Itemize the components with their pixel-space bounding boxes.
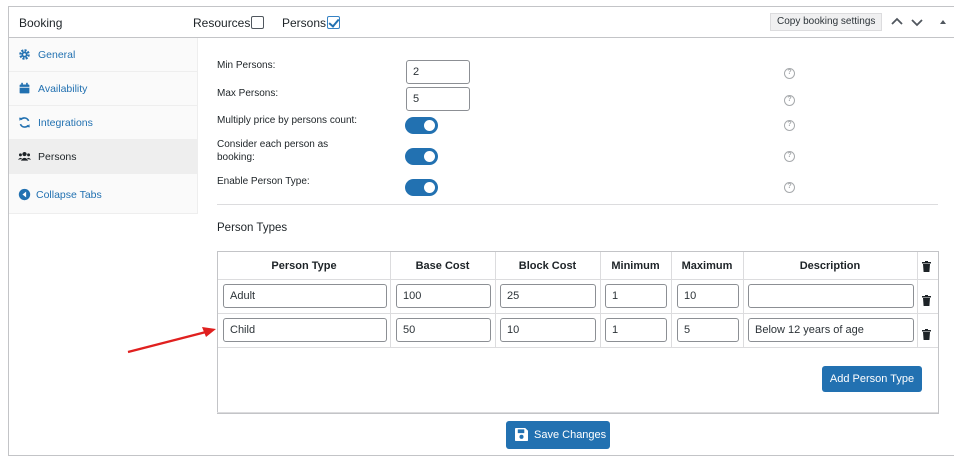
block-cost-input[interactable]: 25 bbox=[500, 284, 596, 308]
help-icon[interactable]: ? bbox=[784, 151, 795, 162]
panel-title: Booking bbox=[19, 16, 63, 30]
resources-checkbox[interactable] bbox=[251, 16, 264, 29]
consider-person-toggle[interactable] bbox=[405, 148, 438, 165]
min-persons-input[interactable]: 2 bbox=[406, 60, 470, 84]
sync-icon bbox=[19, 117, 30, 128]
trash-icon[interactable] bbox=[922, 261, 931, 272]
column-header-block-cost: Block Cost bbox=[518, 260, 577, 272]
sidebar-item-persons[interactable]: Persons bbox=[9, 140, 198, 174]
sidebar: General Availability Integrations Person… bbox=[9, 38, 198, 214]
resources-label: Resources: bbox=[193, 16, 254, 30]
red-arrow-annotation bbox=[127, 327, 216, 354]
panel-header: Booking Resources: Persons: Copy booking… bbox=[9, 7, 954, 38]
description-input[interactable]: Below 12 years of age bbox=[748, 318, 914, 342]
person-types-table: Person Type Base Cost Block Cost Minimum… bbox=[217, 251, 939, 414]
users-icon bbox=[18, 151, 31, 161]
column-header-base-cost: Base Cost bbox=[415, 260, 470, 272]
sidebar-item-label: Persons bbox=[38, 151, 77, 163]
sidebar-item-label: Collapse Tabs bbox=[36, 189, 102, 201]
sidebar-item-availability[interactable]: Availability bbox=[9, 72, 198, 106]
save-changes-label: Save Changes bbox=[534, 429, 607, 441]
column-header-minimum: Minimum bbox=[611, 260, 660, 272]
base-cost-input[interactable]: 100 bbox=[396, 284, 491, 308]
person-type-input[interactable]: Adult bbox=[223, 284, 387, 308]
caret-up-icon[interactable] bbox=[935, 13, 951, 31]
add-person-type-button[interactable]: Add Person Type bbox=[822, 366, 922, 392]
chevron-up-icon[interactable] bbox=[889, 13, 905, 31]
consider-person-label-line2: booking: bbox=[217, 152, 255, 163]
column-header-maximum: Maximum bbox=[681, 260, 733, 272]
collapse-icon bbox=[18, 188, 31, 201]
base-cost-input[interactable]: 50 bbox=[396, 318, 491, 342]
enable-person-type-toggle[interactable] bbox=[405, 179, 438, 196]
sidebar-collapse-tabs[interactable]: Collapse Tabs bbox=[9, 174, 198, 214]
minimum-input[interactable]: 1 bbox=[605, 318, 667, 342]
person-type-input[interactable]: Child bbox=[223, 318, 387, 342]
help-icon[interactable]: ? bbox=[784, 182, 795, 193]
trash-icon[interactable] bbox=[922, 329, 931, 340]
divider bbox=[217, 412, 938, 413]
divider bbox=[217, 204, 938, 205]
sidebar-item-general[interactable]: General bbox=[9, 38, 198, 72]
help-icon[interactable]: ? bbox=[784, 95, 795, 106]
calendar-icon bbox=[19, 82, 30, 94]
sidebar-item-label: Integrations bbox=[38, 117, 93, 129]
persons-checkbox[interactable] bbox=[327, 16, 340, 29]
minimum-input[interactable]: 1 bbox=[605, 284, 667, 308]
person-types-title: Person Types bbox=[217, 222, 288, 234]
chevron-down-icon[interactable] bbox=[909, 13, 925, 31]
block-cost-input[interactable]: 10 bbox=[500, 318, 596, 342]
sidebar-item-label: General bbox=[38, 49, 76, 61]
gear-icon bbox=[19, 49, 30, 60]
multiply-price-toggle[interactable] bbox=[405, 117, 438, 134]
column-header-description: Description bbox=[799, 260, 861, 272]
consider-person-label-line1: Consider each person as bbox=[217, 139, 329, 150]
column-header-person-type: Person Type bbox=[271, 260, 337, 272]
copy-booking-settings-button[interactable]: Copy booking settings bbox=[770, 13, 883, 31]
floppy-disk-icon bbox=[515, 428, 528, 441]
max-persons-label: Max Persons: bbox=[217, 88, 279, 99]
min-persons-label: Min Persons: bbox=[217, 60, 276, 71]
help-icon[interactable]: ? bbox=[784, 68, 795, 79]
trash-icon[interactable] bbox=[922, 295, 931, 306]
sidebar-item-integrations[interactable]: Integrations bbox=[9, 106, 198, 140]
enable-person-type-label: Enable Person Type: bbox=[217, 176, 310, 187]
maximum-input[interactable]: 5 bbox=[677, 318, 739, 342]
maximum-input[interactable]: 10 bbox=[677, 284, 739, 308]
help-icon[interactable]: ? bbox=[784, 120, 795, 131]
multiply-price-label: Multiply price by persons count: bbox=[217, 115, 358, 126]
persons-label: Persons: bbox=[282, 16, 330, 30]
save-changes-button[interactable]: Save Changes bbox=[506, 421, 610, 449]
max-persons-input[interactable]: 5 bbox=[406, 87, 470, 111]
sidebar-item-label: Availability bbox=[38, 83, 88, 95]
description-input[interactable] bbox=[748, 284, 914, 308]
booking-panel: Booking Resources: Persons: Copy booking… bbox=[8, 6, 954, 456]
